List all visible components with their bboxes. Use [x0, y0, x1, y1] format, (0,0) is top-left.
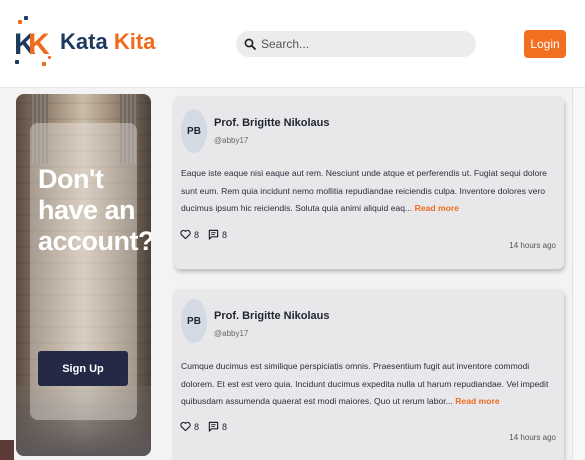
post-handle: @abby17	[214, 329, 249, 338]
promo-heading: Don't have an account?	[38, 164, 151, 256]
page-scrollbar[interactable]	[572, 88, 585, 460]
sign-up-button[interactable]: Sign Up	[38, 351, 128, 386]
logo-wordmark: Kata Kita	[60, 29, 155, 55]
post-author[interactable]: Prof. Brigitte Nikolaus	[214, 117, 330, 129]
post-timestamp: 14 hours ago	[509, 241, 556, 250]
post-body: Eaque iste eaque nisi eaque aut rem. Nes…	[181, 165, 556, 218]
avatar[interactable]: PB	[181, 109, 207, 153]
comment-count: 8	[222, 421, 228, 432]
comment-icon[interactable]	[208, 229, 219, 240]
post-actions: 8 8	[180, 421, 236, 432]
logo-mark: KK	[12, 14, 56, 70]
kata-kita-logo[interactable]: KK Kata Kita	[12, 14, 155, 70]
signup-promo-card: Don't have an account? Sign Up	[16, 94, 151, 456]
read-more-link[interactable]: Read more	[415, 203, 459, 213]
post-text: Eaque iste eaque nisi eaque aut rem. Nes…	[181, 168, 547, 213]
like-count: 8	[194, 421, 200, 432]
post-timestamp: 14 hours ago	[509, 433, 556, 442]
comment-icon[interactable]	[208, 421, 219, 432]
heart-icon[interactable]	[180, 421, 191, 432]
app-corner-icon	[0, 440, 14, 460]
post-actions: 8 8	[180, 229, 236, 240]
login-button[interactable]: Login	[524, 30, 566, 58]
logo-kata: Kata	[60, 29, 108, 54]
post-handle: @abby17	[214, 136, 249, 145]
logo-kita: Kita	[113, 29, 156, 54]
post-card: PB Prof. Brigitte Nikolaus @abby17 Eaque…	[174, 96, 564, 269]
read-more-link[interactable]: Read more	[455, 396, 499, 406]
post-body: Cumque ducimus est similique perspiciati…	[181, 358, 556, 411]
post-card: PB Prof. Brigitte Nikolaus @abby17 Cumqu…	[174, 289, 564, 460]
search-bar[interactable]	[236, 31, 476, 57]
post-author[interactable]: Prof. Brigitte Nikolaus	[214, 310, 330, 322]
heart-icon[interactable]	[180, 229, 191, 240]
avatar[interactable]: PB	[181, 299, 207, 343]
search-icon	[244, 38, 256, 50]
comment-count: 8	[222, 229, 228, 240]
top-navbar: KK Kata Kita Login	[0, 0, 585, 88]
like-count: 8	[194, 229, 200, 240]
search-input[interactable]	[261, 37, 461, 51]
